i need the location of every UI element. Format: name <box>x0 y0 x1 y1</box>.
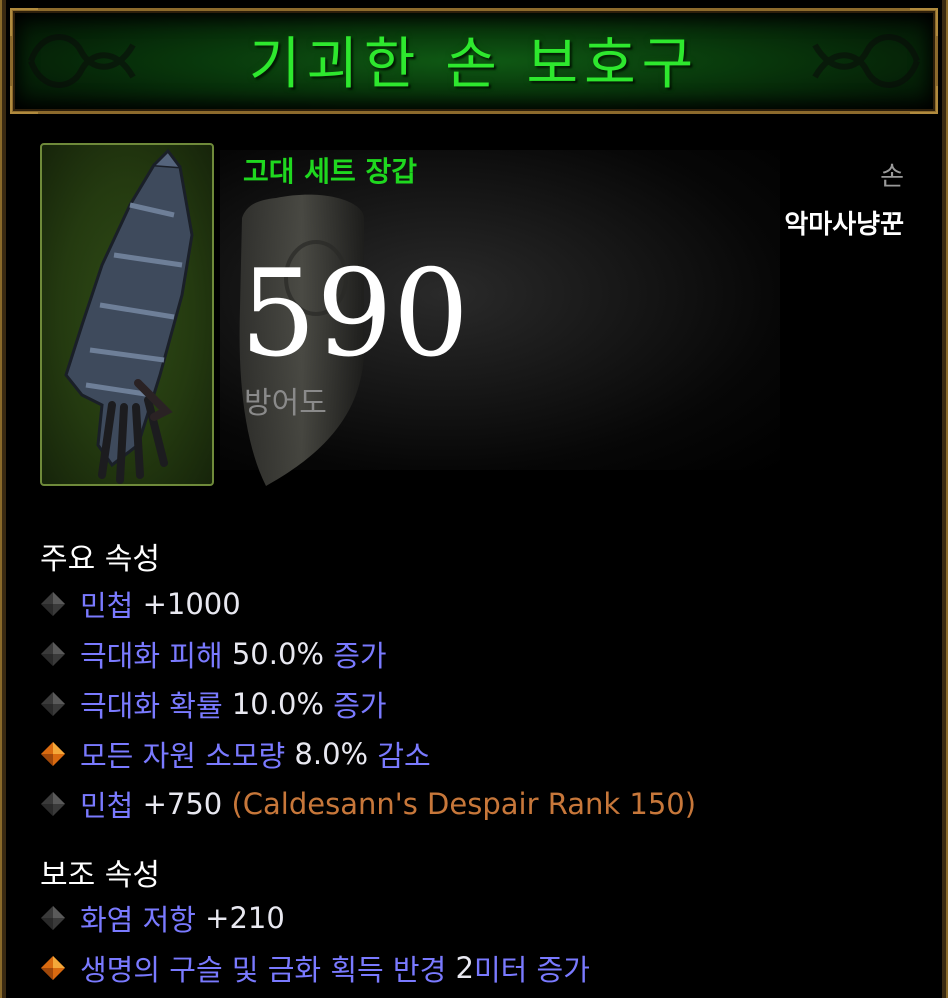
item-class-restriction: 악마사냥꾼 <box>784 210 904 240</box>
stat-value: +1000 <box>142 587 241 621</box>
stat-name: 극대화 피해 <box>80 639 223 673</box>
stat-value: 10.0% <box>231 687 324 721</box>
primary-attributes-title: 주요 속성 <box>40 542 160 577</box>
stat-name: 극대화 확률 <box>80 689 223 723</box>
stat-name: 민첩 <box>80 789 134 823</box>
stat-suffix: 미터 증가 <box>473 953 590 987</box>
item-type: 고대 세트 장갑 <box>243 155 418 188</box>
stat-value: 2 <box>455 951 474 985</box>
item-name: 기괴한 손 보호구 <box>248 32 700 97</box>
stat-value: 50.0% <box>231 637 324 671</box>
gray-diamond-icon <box>40 591 66 617</box>
stat-suffix: 감소 <box>377 739 431 773</box>
armor-value: 590 <box>240 245 470 384</box>
gray-diamond-icon <box>40 791 66 817</box>
stat-name: 생명의 구슬 및 금화 획득 반경 <box>80 953 447 987</box>
armor-label: 방어도 <box>244 386 327 421</box>
stat-name: 모든 자원 소모량 <box>80 739 286 773</box>
item-icon-frame <box>40 143 214 486</box>
orange-diamond-icon <box>40 955 66 981</box>
primary-stat: 민첩 +750 (Caldesann's Despair Rank 150) <box>40 784 696 824</box>
stat-value: +750 <box>142 787 223 821</box>
item-slot: 손 <box>880 162 904 192</box>
gray-diamond-icon <box>40 905 66 931</box>
stat-suffix: 증가 <box>333 639 387 673</box>
primary-stat: 극대화 확률 10.0% 증가 <box>40 684 387 724</box>
gray-diamond-icon <box>40 641 66 667</box>
secondary-stat: 화염 저항 +210 <box>40 898 285 938</box>
primary-stat: 민첩 +1000 <box>40 584 241 624</box>
gauntlet-icon <box>64 148 194 484</box>
orange-diamond-icon <box>40 741 66 767</box>
item-name-header: 기괴한 손 보호구 <box>10 8 938 114</box>
primary-stat: 모든 자원 소모량 8.0% 감소 <box>40 734 431 774</box>
stat-name: 화염 저항 <box>80 903 196 937</box>
gray-diamond-icon <box>40 691 66 717</box>
stat-value: 8.0% <box>294 737 369 771</box>
stat-name: 민첩 <box>80 589 134 623</box>
secondary-attributes-title: 보조 속성 <box>40 858 160 893</box>
secondary-stat: 생명의 구슬 및 금화 획득 반경 2 미터 증가 <box>40 948 590 988</box>
gem-bonus-text: (Caldesann's Despair Rank 150) <box>231 787 697 821</box>
stat-suffix: 증가 <box>333 689 387 723</box>
stat-value: +210 <box>205 901 285 935</box>
primary-stat: 극대화 피해 50.0% 증가 <box>40 634 387 674</box>
